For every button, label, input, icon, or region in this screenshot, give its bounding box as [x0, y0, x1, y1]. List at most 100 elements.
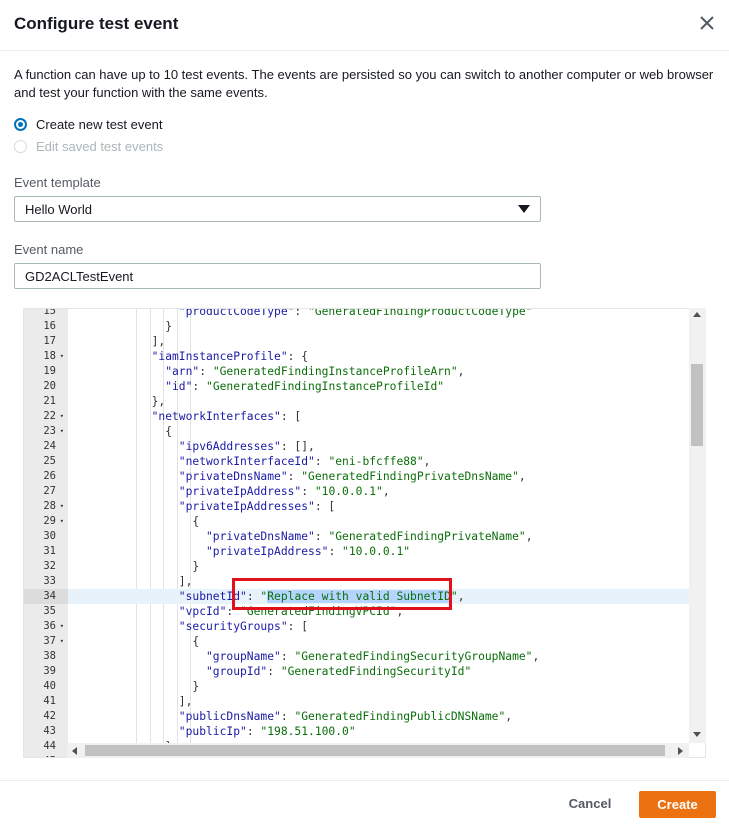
line-number: 29 ▾	[43, 514, 64, 529]
fold-toggle-icon[interactable]: ▾	[60, 499, 64, 514]
annotation-highlight-box	[232, 578, 452, 610]
close-icon[interactable]	[699, 15, 715, 31]
code-token: "GeneratedFindingPublicDNSName"	[294, 710, 506, 723]
line-number: 39	[43, 665, 56, 677]
code-line[interactable]: "productCodeType": "GeneratedFindingProd…	[68, 309, 690, 319]
vertical-scroll-thumb[interactable]	[691, 364, 703, 446]
code-line[interactable]: "privateDnsName": "GeneratedFindingPriva…	[68, 529, 690, 544]
code-token: :	[246, 725, 261, 738]
line-number: 20	[43, 380, 56, 392]
code-line[interactable]: "ipv6Addresses": [],	[68, 439, 690, 454]
line-number: 19	[43, 365, 56, 377]
line-number: 41	[43, 695, 56, 707]
editor-gutter: 15 16 17 18 ▾ 19 20 21 22 ▾ 23 ▾ 24 25 26 27 28 ▾ 29 ▾ 30 31 3…	[24, 309, 68, 757]
code-token: "GeneratedFindingProductCodeType"	[308, 309, 533, 318]
code-line[interactable]: },	[68, 394, 690, 409]
event-template-select[interactable]: Hello World	[14, 196, 541, 222]
scroll-right-arrow-icon[interactable]	[678, 747, 683, 755]
line-number: 33	[43, 575, 56, 587]
modal-footer: Cancel Create	[0, 780, 729, 824]
code-token: "GeneratedFindingPrivateDnsName"	[301, 470, 519, 483]
code-line[interactable]: "publicDnsName": "GeneratedFindingPublic…	[68, 709, 690, 724]
radio-edit-saved[interactable]: Edit saved test events	[14, 137, 163, 155]
code-token: ],	[178, 695, 193, 708]
line-number: 44	[43, 740, 56, 752]
horizontal-scroll-thumb[interactable]	[85, 745, 665, 756]
create-button[interactable]: Create	[639, 791, 716, 818]
line-number: 37 ▾	[43, 634, 64, 649]
code-token: "GeneratedFindingSecurityId"	[280, 665, 472, 678]
code-line[interactable]: }	[68, 679, 690, 694]
fold-toggle-icon[interactable]: ▾	[60, 409, 64, 424]
code-token: "networkInterfaces"	[151, 410, 281, 423]
code-token: "productCodeType"	[178, 309, 295, 318]
fold-toggle-icon[interactable]: ▾	[60, 634, 64, 649]
code-token: :	[280, 650, 295, 663]
event-name-input[interactable]	[14, 263, 541, 289]
code-token: :	[192, 380, 207, 393]
code-line[interactable]: "iamInstanceProfile": {	[68, 349, 690, 364]
line-number: 25	[43, 455, 56, 467]
modal-header: Configure test event	[0, 0, 729, 51]
code-line[interactable]: ],	[68, 694, 690, 709]
editor-code-area[interactable]: "productCodeType": "GeneratedFindingProd…	[68, 309, 690, 744]
code-line[interactable]: ],	[68, 334, 690, 349]
event-template-label: Event template	[14, 175, 101, 190]
json-code-editor[interactable]: 15 16 17 18 ▾ 19 20 21 22 ▾ 23 ▾ 24 25 26 27 28 ▾ 29 ▾ 30 31 3…	[23, 308, 706, 758]
code-token: "eni-bfcffe88"	[328, 455, 424, 468]
line-number: 26	[43, 470, 56, 482]
modal-title: Configure test event	[14, 14, 179, 33]
radio-edit-saved-control[interactable]	[14, 139, 27, 153]
cancel-button[interactable]: Cancel	[560, 793, 620, 813]
scroll-down-arrow-icon[interactable]	[693, 732, 701, 737]
code-token: ,	[532, 650, 540, 663]
code-token: },	[151, 395, 166, 408]
fold-toggle-icon[interactable]: ▾	[60, 424, 64, 439]
code-line[interactable]: "publicIp": "198.51.100.0"	[68, 724, 690, 739]
radio-create-new-label: Create new test event	[36, 116, 163, 132]
code-token: {	[192, 635, 200, 648]
code-token: "privateDnsName"	[206, 530, 315, 543]
code-line[interactable]: {	[68, 514, 690, 529]
code-line[interactable]: {	[68, 634, 690, 649]
fold-toggle-icon[interactable]: ▾	[60, 619, 64, 634]
code-line[interactable]: "networkInterfaces": [	[68, 409, 690, 424]
code-token: "publicIp"	[178, 725, 247, 738]
code-token: ,	[518, 470, 526, 483]
code-line[interactable]: "arn": "GeneratedFindingInstanceProfileA…	[68, 364, 690, 379]
fold-toggle-icon[interactable]: ▾	[60, 349, 64, 364]
code-token: "GeneratedFindingPrivateName"	[328, 530, 526, 543]
code-token: "iamInstanceProfile"	[151, 350, 288, 363]
line-number: 16	[43, 320, 56, 332]
code-line[interactable]: }	[68, 559, 690, 574]
code-line[interactable]: "privateIpAddress": "10.0.0.1"	[68, 544, 690, 559]
code-token: :	[314, 530, 329, 543]
code-token: "privateIpAddresses"	[178, 500, 315, 513]
radio-create-new-control[interactable]	[14, 117, 27, 131]
code-line[interactable]: "networkInterfaceId": "eni-bfcffe88",	[68, 454, 690, 469]
scroll-up-arrow-icon[interactable]	[693, 312, 701, 317]
code-token: ,	[505, 710, 513, 723]
code-line[interactable]: "privateDnsName": "GeneratedFindingPriva…	[68, 469, 690, 484]
line-number: 31	[43, 545, 56, 557]
code-line[interactable]: "securityGroups": [	[68, 619, 690, 634]
line-number: 38	[43, 650, 56, 662]
scroll-left-arrow-icon[interactable]	[72, 747, 77, 755]
code-line[interactable]: "groupName": "GeneratedFindingSecurityGr…	[68, 649, 690, 664]
code-line[interactable]: }	[68, 319, 690, 334]
description-text: A function can have up to 10 test events…	[14, 67, 714, 100]
fold-toggle-icon[interactable]: ▾	[60, 514, 64, 529]
code-token: ],	[151, 335, 166, 348]
code-token: "10.0.0.1"	[314, 485, 383, 498]
code-token: :	[294, 309, 309, 318]
radio-create-new[interactable]: Create new test event	[14, 115, 162, 133]
code-token: }	[192, 560, 200, 573]
code-line[interactable]: "groupId": "GeneratedFindingSecurityId"	[68, 664, 690, 679]
editor-horizontal-scrollbar[interactable]	[67, 743, 689, 758]
line-number: 32	[43, 560, 56, 572]
code-line[interactable]: "id": "GeneratedFindingInstanceProfileId…	[68, 379, 690, 394]
code-line[interactable]: {	[68, 424, 690, 439]
editor-vertical-scrollbar[interactable]	[689, 308, 706, 743]
code-line[interactable]: "privateIpAddresses": [	[68, 499, 690, 514]
code-line[interactable]: "privateIpAddress": "10.0.0.1",	[68, 484, 690, 499]
